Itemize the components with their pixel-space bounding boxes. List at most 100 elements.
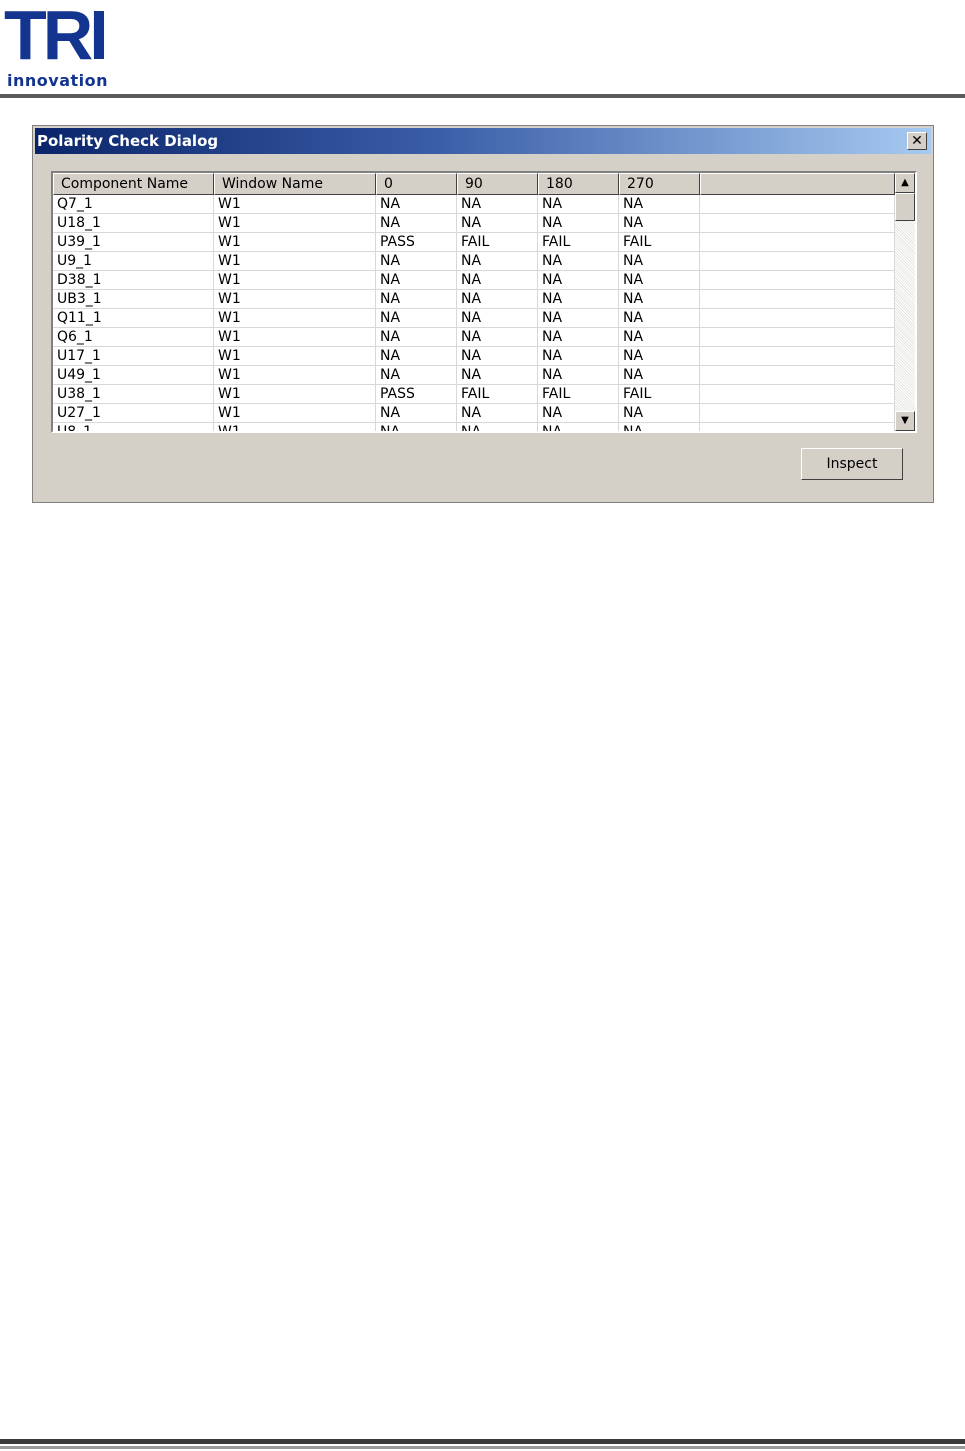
cell-window-name: W1 bbox=[214, 233, 376, 252]
table-row[interactable]: U17_1 W1 NA NA NA NA bbox=[53, 347, 895, 366]
cell-angle-270: NA bbox=[619, 214, 700, 233]
column-header-component-name[interactable]: Component Name bbox=[53, 173, 214, 195]
dialog-titlebar[interactable]: Polarity Check Dialog ✕ bbox=[35, 128, 931, 154]
cell-angle-270: NA bbox=[619, 347, 700, 366]
column-header-angle-0[interactable]: 0 bbox=[376, 173, 457, 195]
cell-angle-90: FAIL bbox=[457, 385, 538, 404]
scroll-up-icon[interactable]: ▲ bbox=[895, 173, 915, 193]
cell-window-name: W1 bbox=[214, 271, 376, 290]
tri-innovation-logo: TRI innovation bbox=[4, 0, 119, 90]
cell-filler bbox=[700, 290, 895, 309]
scroll-down-icon[interactable]: ▼ bbox=[895, 411, 915, 431]
column-header-angle-180[interactable]: 180 bbox=[538, 173, 619, 195]
cell-component-name: Q6_1 bbox=[53, 328, 214, 347]
component-list[interactable]: Component Name Window Name 0 90 180 270 Q7_1 W… bbox=[51, 171, 917, 433]
cell-angle-90: NA bbox=[457, 366, 538, 385]
cell-filler bbox=[700, 347, 895, 366]
cell-filler bbox=[700, 309, 895, 328]
cell-window-name: W1 bbox=[214, 252, 376, 271]
cell-angle-270: FAIL bbox=[619, 385, 700, 404]
cell-angle-0: NA bbox=[376, 423, 457, 431]
cell-window-name: W1 bbox=[214, 366, 376, 385]
cell-angle-180: NA bbox=[538, 404, 619, 423]
cell-window-name: W1 bbox=[214, 195, 376, 214]
cell-component-name: U8_1 bbox=[53, 423, 214, 431]
column-header-angle-90[interactable]: 90 bbox=[457, 173, 538, 195]
cell-angle-90: NA bbox=[457, 309, 538, 328]
column-header-window-name[interactable]: Window Name bbox=[214, 173, 376, 195]
cell-angle-0: NA bbox=[376, 404, 457, 423]
cell-component-name: U39_1 bbox=[53, 233, 214, 252]
cell-filler bbox=[700, 271, 895, 290]
cell-angle-180: NA bbox=[538, 347, 619, 366]
cell-angle-180: NA bbox=[538, 252, 619, 271]
cell-filler bbox=[700, 385, 895, 404]
cell-angle-90: NA bbox=[457, 252, 538, 271]
table-row[interactable]: U18_1 W1 NA NA NA NA bbox=[53, 214, 895, 233]
cell-component-name: U38_1 bbox=[53, 385, 214, 404]
cell-angle-270: NA bbox=[619, 195, 700, 214]
cell-angle-90: NA bbox=[457, 404, 538, 423]
footer-rule-light bbox=[0, 1446, 965, 1449]
table-row[interactable]: U39_1 W1 PASS FAIL FAIL FAIL bbox=[53, 233, 895, 252]
cell-window-name: W1 bbox=[214, 290, 376, 309]
table-row[interactable]: Q6_1 W1 NA NA NA NA bbox=[53, 328, 895, 347]
table-row[interactable]: U8_1 W1 NA NA NA NA bbox=[53, 423, 895, 431]
cell-angle-90: FAIL bbox=[457, 233, 538, 252]
column-header-angle-270[interactable]: 270 bbox=[619, 173, 700, 195]
cell-angle-0: NA bbox=[376, 195, 457, 214]
cell-filler bbox=[700, 214, 895, 233]
cell-filler bbox=[700, 423, 895, 431]
footer-rule bbox=[0, 1439, 965, 1444]
table-row[interactable]: U49_1 W1 NA NA NA NA bbox=[53, 366, 895, 385]
cell-window-name: W1 bbox=[214, 423, 376, 431]
cell-angle-180: NA bbox=[538, 290, 619, 309]
table-row[interactable]: UB3_1 W1 NA NA NA NA bbox=[53, 290, 895, 309]
cell-angle-180: NA bbox=[538, 366, 619, 385]
table-row[interactable]: Q7_1 W1 NA NA NA NA bbox=[53, 195, 895, 214]
table-row[interactable]: Q11_1 W1 NA NA NA NA bbox=[53, 309, 895, 328]
cell-angle-180: NA bbox=[538, 271, 619, 290]
cell-component-name: U49_1 bbox=[53, 366, 214, 385]
cell-angle-270: NA bbox=[619, 404, 700, 423]
cell-angle-180: NA bbox=[538, 423, 619, 431]
close-icon[interactable]: ✕ bbox=[907, 132, 927, 150]
cell-angle-180: NA bbox=[538, 195, 619, 214]
cell-angle-0: NA bbox=[376, 347, 457, 366]
column-header-filler bbox=[700, 173, 895, 195]
cell-angle-270: NA bbox=[619, 423, 700, 431]
scroll-thumb[interactable] bbox=[895, 193, 915, 221]
cell-angle-180: FAIL bbox=[538, 233, 619, 252]
table-row[interactable]: U9_1 W1 NA NA NA NA bbox=[53, 252, 895, 271]
cell-angle-0: NA bbox=[376, 252, 457, 271]
table-row[interactable]: D38_1 W1 NA NA NA NA bbox=[53, 271, 895, 290]
cell-component-name: Q7_1 bbox=[53, 195, 214, 214]
vertical-scrollbar[interactable]: ▲ ▼ bbox=[895, 173, 915, 431]
cell-window-name: W1 bbox=[214, 347, 376, 366]
cell-angle-0: NA bbox=[376, 366, 457, 385]
cell-component-name: U9_1 bbox=[53, 252, 214, 271]
list-header: Component Name Window Name 0 90 180 270 bbox=[53, 173, 895, 195]
header-rule bbox=[0, 94, 965, 98]
cell-angle-270: NA bbox=[619, 366, 700, 385]
cell-angle-90: NA bbox=[457, 214, 538, 233]
cell-angle-180: NA bbox=[538, 309, 619, 328]
cell-angle-270: NA bbox=[619, 271, 700, 290]
cell-window-name: W1 bbox=[214, 328, 376, 347]
logo-subtitle: innovation bbox=[7, 71, 108, 90]
table-row[interactable]: U38_1 W1 PASS FAIL FAIL FAIL bbox=[53, 385, 895, 404]
cell-component-name: Q11_1 bbox=[53, 309, 214, 328]
cell-angle-180: NA bbox=[538, 328, 619, 347]
inspect-button[interactable]: Inspect bbox=[801, 448, 903, 480]
cell-angle-0: NA bbox=[376, 271, 457, 290]
table-row[interactable]: U27_1 W1 NA NA NA NA bbox=[53, 404, 895, 423]
cell-angle-0: PASS bbox=[376, 385, 457, 404]
cell-angle-270: NA bbox=[619, 309, 700, 328]
list-body[interactable]: Q7_1 W1 NA NA NA NA U18_1 W1 NA NA NA NA U39_1 W1 PASS… bbox=[53, 195, 895, 431]
cell-angle-90: NA bbox=[457, 271, 538, 290]
cell-angle-270: NA bbox=[619, 290, 700, 309]
dialog-title: Polarity Check Dialog bbox=[37, 132, 219, 150]
cell-filler bbox=[700, 195, 895, 214]
cell-filler bbox=[700, 366, 895, 385]
cell-angle-0: NA bbox=[376, 290, 457, 309]
